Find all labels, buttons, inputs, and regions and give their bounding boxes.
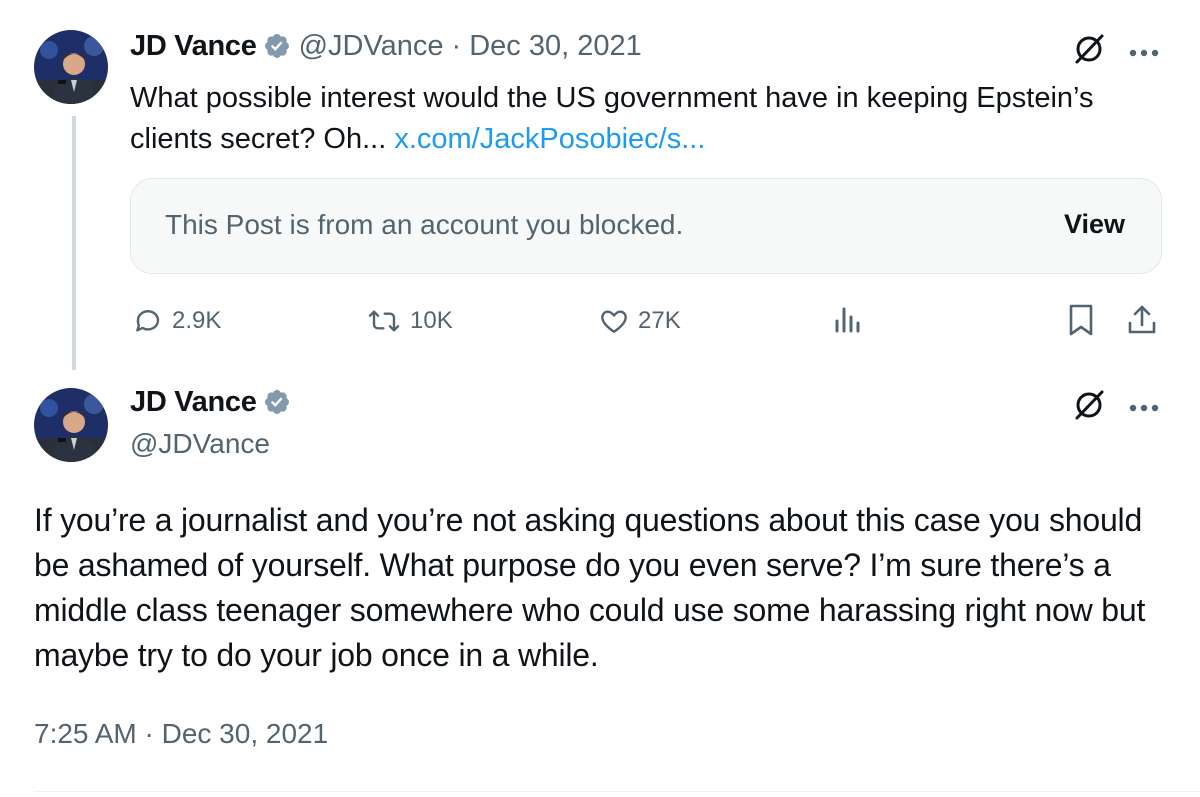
author-handle[interactable]: @JDVance — [299, 30, 444, 62]
reply-icon — [136, 310, 160, 332]
blocked-post-card: This Post is from an account you blocked… — [130, 178, 1162, 274]
post-date[interactable]: Dec 30, 2021 — [469, 30, 642, 62]
separator-dot: · — [451, 30, 462, 62]
post-header: JD Vance @JDVance · Dec 30, 2021 — [130, 30, 642, 68]
grok-icon[interactable] — [1072, 388, 1106, 422]
bookmark-icon[interactable] — [1066, 303, 1096, 342]
avatar[interactable] — [34, 30, 108, 104]
more-options-icon[interactable] — [1128, 45, 1162, 57]
post-text: What possible interest would the US gove… — [130, 78, 1170, 160]
post-header: JD Vance — [130, 386, 291, 421]
reply-button[interactable]: 2.9K — [132, 303, 221, 339]
reply-count: 2.9K — [172, 307, 222, 334]
post-link[interactable]: x.com/JackPosobiec/s... — [394, 123, 705, 155]
thread-connector-line — [72, 116, 76, 370]
author-name[interactable]: JD Vance — [130, 30, 257, 62]
author-handle[interactable]: @JDVance — [130, 428, 270, 460]
like-button[interactable]: 27K — [598, 303, 681, 339]
main-post-text: If you’re a journalist and you’re not as… — [34, 502, 1146, 673]
views-icon[interactable] — [832, 303, 864, 342]
view-button[interactable]: View — [1064, 209, 1125, 240]
more-options-icon[interactable] — [1128, 400, 1162, 412]
heart-icon — [601, 310, 627, 333]
share-icon[interactable] — [1126, 303, 1158, 342]
verified-badge-icon — [263, 32, 291, 68]
post-timestamp[interactable]: 7:25 AM · Dec 30, 2021 — [34, 718, 328, 750]
like-count: 27K — [638, 307, 681, 334]
grok-icon[interactable] — [1072, 32, 1106, 66]
blocked-notice: This Post is from an account you blocked… — [165, 209, 684, 240]
repost-button[interactable]: 10K — [366, 303, 453, 339]
repost-icon — [368, 310, 400, 332]
divider — [34, 791, 1200, 792]
repost-count: 10K — [410, 307, 453, 334]
author-name[interactable]: JD Vance — [130, 386, 257, 418]
avatar[interactable] — [34, 388, 108, 462]
verified-badge-icon — [263, 388, 291, 421]
